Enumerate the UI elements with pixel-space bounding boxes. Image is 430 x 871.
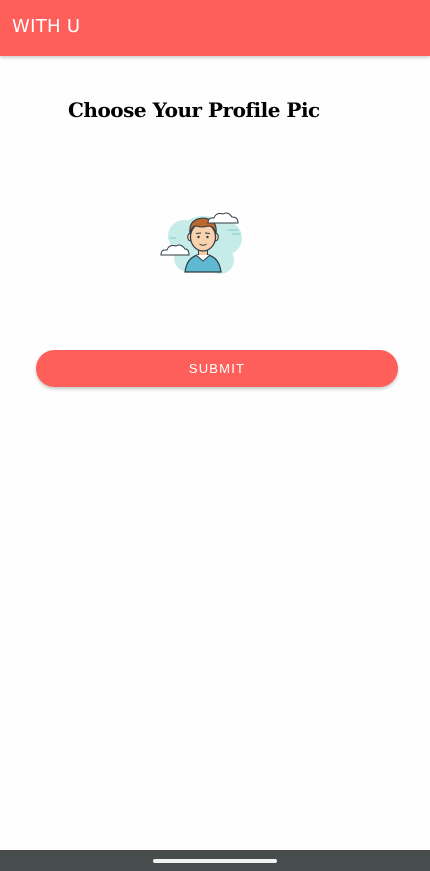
- submit-button[interactable]: SUBMIT: [36, 350, 398, 387]
- profile-avatar-button[interactable]: [158, 200, 248, 282]
- app-bar: WITH U: [0, 0, 430, 56]
- page-title: Choose Your Profile Pic: [68, 98, 320, 122]
- home-indicator[interactable]: [153, 859, 277, 863]
- profile-avatar-icon: [160, 212, 242, 274]
- submit-button-label: SUBMIT: [188, 361, 246, 376]
- system-navigation-bar: [0, 850, 430, 871]
- app-title: WITH U: [12, 16, 81, 37]
